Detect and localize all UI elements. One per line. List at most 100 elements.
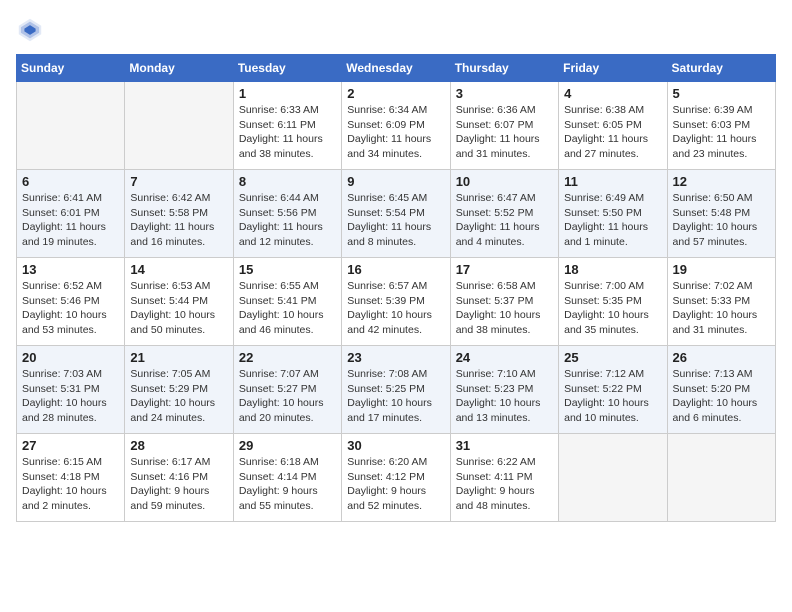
calendar-table: SundayMondayTuesdayWednesdayThursdayFrid… <box>16 54 776 522</box>
calendar-cell: 24 Sunrise: 7:10 AM Sunset: 5:23 PM Dayli… <box>450 346 558 434</box>
day-number: 21 <box>130 350 227 365</box>
day-number: 1 <box>239 86 336 101</box>
day-number: 26 <box>673 350 770 365</box>
day-info: Sunrise: 6:58 AM Sunset: 5:37 PM Dayligh… <box>456 279 553 338</box>
day-info: Sunrise: 7:07 AM Sunset: 5:27 PM Dayligh… <box>239 367 336 426</box>
day-number: 4 <box>564 86 661 101</box>
day-info: Sunrise: 7:02 AM Sunset: 5:33 PM Dayligh… <box>673 279 770 338</box>
day-number: 6 <box>22 174 119 189</box>
calendar-cell: 21 Sunrise: 7:05 AM Sunset: 5:29 PM Dayli… <box>125 346 233 434</box>
day-info: Sunrise: 6:53 AM Sunset: 5:44 PM Dayligh… <box>130 279 227 338</box>
day-header-wednesday: Wednesday <box>342 55 450 82</box>
day-info: Sunrise: 6:45 AM Sunset: 5:54 PM Dayligh… <box>347 191 444 250</box>
calendar-cell: 22 Sunrise: 7:07 AM Sunset: 5:27 PM Dayli… <box>233 346 341 434</box>
calendar-cell: 28 Sunrise: 6:17 AM Sunset: 4:16 PM Dayli… <box>125 434 233 522</box>
calendar-cell <box>17 82 125 170</box>
calendar-cell <box>125 82 233 170</box>
calendar-week-row: 27 Sunrise: 6:15 AM Sunset: 4:18 PM Dayli… <box>17 434 776 522</box>
day-info: Sunrise: 6:38 AM Sunset: 6:05 PM Dayligh… <box>564 103 661 162</box>
calendar-cell: 19 Sunrise: 7:02 AM Sunset: 5:33 PM Dayli… <box>667 258 775 346</box>
day-info: Sunrise: 7:13 AM Sunset: 5:20 PM Dayligh… <box>673 367 770 426</box>
day-number: 9 <box>347 174 444 189</box>
calendar-cell: 29 Sunrise: 6:18 AM Sunset: 4:14 PM Dayli… <box>233 434 341 522</box>
calendar-week-row: 13 Sunrise: 6:52 AM Sunset: 5:46 PM Dayli… <box>17 258 776 346</box>
calendar-cell <box>559 434 667 522</box>
day-number: 24 <box>456 350 553 365</box>
calendar-cell: 8 Sunrise: 6:44 AM Sunset: 5:56 PM Daylig… <box>233 170 341 258</box>
calendar-week-row: 20 Sunrise: 7:03 AM Sunset: 5:31 PM Dayli… <box>17 346 776 434</box>
day-number: 3 <box>456 86 553 101</box>
calendar-cell <box>667 434 775 522</box>
day-info: Sunrise: 6:47 AM Sunset: 5:52 PM Dayligh… <box>456 191 553 250</box>
day-number: 2 <box>347 86 444 101</box>
day-info: Sunrise: 7:10 AM Sunset: 5:23 PM Dayligh… <box>456 367 553 426</box>
day-info: Sunrise: 6:50 AM Sunset: 5:48 PM Dayligh… <box>673 191 770 250</box>
day-info: Sunrise: 6:33 AM Sunset: 6:11 PM Dayligh… <box>239 103 336 162</box>
calendar-cell: 12 Sunrise: 6:50 AM Sunset: 5:48 PM Dayli… <box>667 170 775 258</box>
day-info: Sunrise: 6:41 AM Sunset: 6:01 PM Dayligh… <box>22 191 119 250</box>
day-info: Sunrise: 6:34 AM Sunset: 6:09 PM Dayligh… <box>347 103 444 162</box>
calendar-cell: 17 Sunrise: 6:58 AM Sunset: 5:37 PM Dayli… <box>450 258 558 346</box>
day-number: 31 <box>456 438 553 453</box>
calendar-cell: 11 Sunrise: 6:49 AM Sunset: 5:50 PM Dayli… <box>559 170 667 258</box>
day-info: Sunrise: 6:22 AM Sunset: 4:11 PM Dayligh… <box>456 455 553 514</box>
day-info: Sunrise: 7:00 AM Sunset: 5:35 PM Dayligh… <box>564 279 661 338</box>
day-number: 25 <box>564 350 661 365</box>
day-info: Sunrise: 7:05 AM Sunset: 5:29 PM Dayligh… <box>130 367 227 426</box>
calendar-cell: 26 Sunrise: 7:13 AM Sunset: 5:20 PM Dayli… <box>667 346 775 434</box>
day-number: 28 <box>130 438 227 453</box>
day-number: 15 <box>239 262 336 277</box>
day-number: 8 <box>239 174 336 189</box>
day-header-sunday: Sunday <box>17 55 125 82</box>
day-info: Sunrise: 6:39 AM Sunset: 6:03 PM Dayligh… <box>673 103 770 162</box>
calendar-cell: 10Sunrise: 6:47 AM Sunset: 5:52 PM Dayli… <box>450 170 558 258</box>
day-info: Sunrise: 6:18 AM Sunset: 4:14 PM Dayligh… <box>239 455 336 514</box>
day-info: Sunrise: 6:52 AM Sunset: 5:46 PM Dayligh… <box>22 279 119 338</box>
day-number: 13 <box>22 262 119 277</box>
day-header-saturday: Saturday <box>667 55 775 82</box>
calendar-cell: 30Sunrise: 6:20 AM Sunset: 4:12 PM Dayli… <box>342 434 450 522</box>
calendar-cell: 15 Sunrise: 6:55 AM Sunset: 5:41 PM Dayli… <box>233 258 341 346</box>
day-number: 5 <box>673 86 770 101</box>
day-number: 27 <box>22 438 119 453</box>
day-number: 17 <box>456 262 553 277</box>
day-header-friday: Friday <box>559 55 667 82</box>
day-info: Sunrise: 6:42 AM Sunset: 5:58 PM Dayligh… <box>130 191 227 250</box>
day-number: 11 <box>564 174 661 189</box>
calendar-cell: 5 Sunrise: 6:39 AM Sunset: 6:03 PM Daylig… <box>667 82 775 170</box>
day-number: 18 <box>564 262 661 277</box>
logo-icon <box>16 16 44 44</box>
page-header <box>16 16 776 44</box>
calendar-cell: 1 Sunrise: 6:33 AM Sunset: 6:11 PM Daylig… <box>233 82 341 170</box>
day-info: Sunrise: 6:44 AM Sunset: 5:56 PM Dayligh… <box>239 191 336 250</box>
calendar-body: 1 Sunrise: 6:33 AM Sunset: 6:11 PM Daylig… <box>17 82 776 522</box>
calendar-cell: 25 Sunrise: 7:12 AM Sunset: 5:22 PM Dayli… <box>559 346 667 434</box>
day-info: Sunrise: 6:15 AM Sunset: 4:18 PM Dayligh… <box>22 455 119 514</box>
calendar-cell: 14 Sunrise: 6:53 AM Sunset: 5:44 PM Dayli… <box>125 258 233 346</box>
day-number: 14 <box>130 262 227 277</box>
calendar-week-row: 1 Sunrise: 6:33 AM Sunset: 6:11 PM Daylig… <box>17 82 776 170</box>
day-info: Sunrise: 6:17 AM Sunset: 4:16 PM Dayligh… <box>130 455 227 514</box>
day-info: Sunrise: 7:12 AM Sunset: 5:22 PM Dayligh… <box>564 367 661 426</box>
calendar-cell: 31 Sunrise: 6:22 AM Sunset: 4:11 PM Dayli… <box>450 434 558 522</box>
calendar-cell: 13 Sunrise: 6:52 AM Sunset: 5:46 PM Dayli… <box>17 258 125 346</box>
day-number: 20 <box>22 350 119 365</box>
day-info: Sunrise: 6:55 AM Sunset: 5:41 PM Dayligh… <box>239 279 336 338</box>
calendar-cell: 18 Sunrise: 7:00 AM Sunset: 5:35 PM Dayli… <box>559 258 667 346</box>
day-info: Sunrise: 6:36 AM Sunset: 6:07 PM Dayligh… <box>456 103 553 162</box>
day-number: 30 <box>347 438 444 453</box>
calendar-cell: 6 Sunrise: 6:41 AM Sunset: 6:01 PM Daylig… <box>17 170 125 258</box>
day-info: Sunrise: 6:49 AM Sunset: 5:50 PM Dayligh… <box>564 191 661 250</box>
calendar-cell: 2 Sunrise: 6:34 AM Sunset: 6:09 PM Daylig… <box>342 82 450 170</box>
day-number: 29 <box>239 438 336 453</box>
calendar-cell: 7Sunrise: 6:42 AM Sunset: 5:58 PM Daylig… <box>125 170 233 258</box>
day-number: 22 <box>239 350 336 365</box>
day-info: Sunrise: 7:03 AM Sunset: 5:31 PM Dayligh… <box>22 367 119 426</box>
calendar-week-row: 6 Sunrise: 6:41 AM Sunset: 6:01 PM Daylig… <box>17 170 776 258</box>
day-number: 19 <box>673 262 770 277</box>
day-header-tuesday: Tuesday <box>233 55 341 82</box>
calendar-cell: 16Sunrise: 6:57 AM Sunset: 5:39 PM Dayli… <box>342 258 450 346</box>
day-number: 12 <box>673 174 770 189</box>
calendar-header-row: SundayMondayTuesdayWednesdayThursdayFrid… <box>17 55 776 82</box>
calendar-cell: 4 Sunrise: 6:38 AM Sunset: 6:05 PM Daylig… <box>559 82 667 170</box>
